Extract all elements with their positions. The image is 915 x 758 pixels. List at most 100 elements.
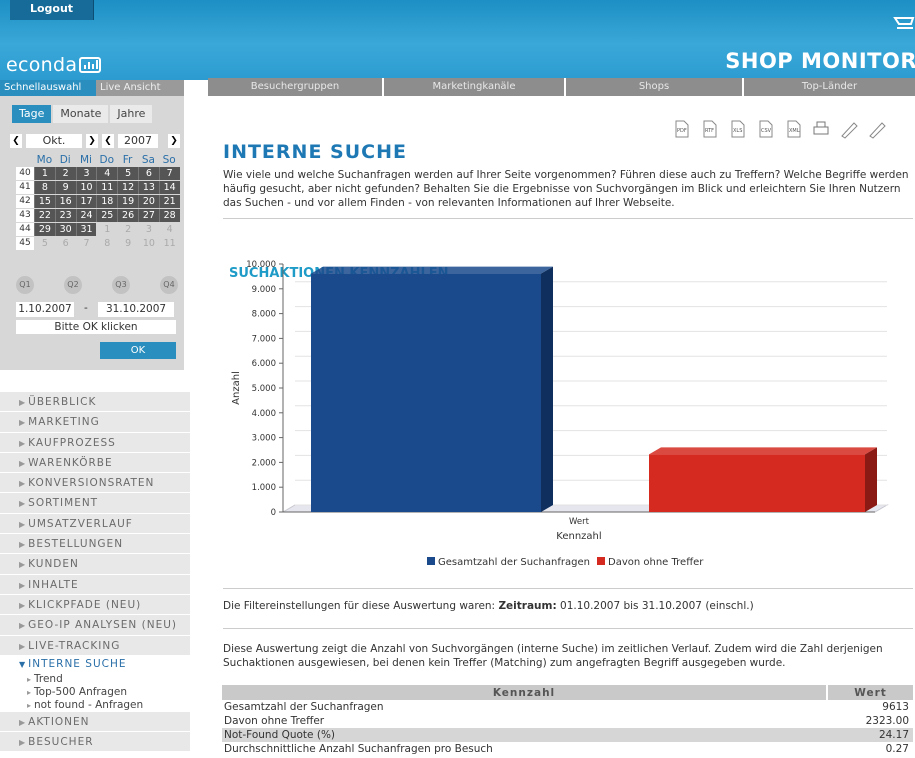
- sidebar-item-marketing[interactable]: ▶ MARKETING: [0, 412, 190, 433]
- prev-month-icon[interactable]: ❮: [10, 134, 22, 148]
- export-pen-icon[interactable]: [864, 118, 890, 140]
- sidebar-item-ueberblick[interactable]: ▶ ÜBERBLICK: [0, 392, 190, 413]
- sidebar-item-interne-suche[interactable]: ▼ INTERNE SUCHE: [0, 655, 190, 673]
- calendar-day[interactable]: 13: [137, 181, 159, 194]
- calendar-day[interactable]: 12: [117, 181, 138, 194]
- calendar-day[interactable]: 29: [34, 223, 55, 236]
- export-print-icon[interactable]: [808, 118, 834, 140]
- week-number[interactable]: 45: [16, 237, 34, 250]
- calendar-day[interactable]: 7: [76, 237, 97, 250]
- sidebar-item-klickpfade-neu[interactable]: ▶ KLICKPFADE (NEU): [0, 594, 190, 616]
- calendar-day[interactable]: 21: [158, 195, 180, 208]
- nav-shops[interactable]: Shops: [566, 78, 744, 96]
- calendar-day[interactable]: 6: [137, 167, 159, 180]
- sidebar-item-warenkoerbe[interactable]: ▶ WARENKÖRBE: [0, 452, 190, 474]
- tab-monate[interactable]: Monate: [53, 105, 109, 123]
- ok-button[interactable]: OK: [100, 342, 176, 359]
- sidebar-item-konversionsraten[interactable]: ▶ KONVERSIONSRATEN: [0, 473, 190, 494]
- sidebar-item-inhalte[interactable]: ▶ INHALTE: [0, 574, 190, 595]
- export-csv-icon[interactable]: CSV: [752, 118, 778, 140]
- logout-button[interactable]: Logout: [10, 0, 94, 20]
- calendar-day[interactable]: 9: [54, 181, 76, 194]
- calendar-day[interactable]: 7: [158, 167, 180, 180]
- calendar-day[interactable]: 1: [34, 167, 55, 180]
- calendar-day[interactable]: 4: [159, 223, 180, 236]
- calendar-day[interactable]: 10: [138, 237, 159, 250]
- tab-jahre[interactable]: Jahre: [110, 105, 153, 123]
- week-number[interactable]: 43: [16, 209, 34, 222]
- calendar-day[interactable]: 20: [137, 195, 159, 208]
- calendar-day[interactable]: 18: [96, 195, 118, 208]
- calendar-day[interactable]: 24: [75, 209, 97, 222]
- export-rtf-icon[interactable]: RTF: [696, 118, 722, 140]
- sidebar-item-bestellungen[interactable]: ▶ BESTELLUNGEN: [0, 534, 190, 555]
- calendar-day[interactable]: 30: [54, 223, 76, 236]
- calendar-day[interactable]: 14: [158, 181, 180, 194]
- week-number[interactable]: 44: [16, 223, 34, 236]
- calendar-day[interactable]: 3: [138, 223, 159, 236]
- next-year-icon[interactable]: ❯: [168, 134, 180, 148]
- export-xml-icon[interactable]: XML: [780, 118, 806, 140]
- calendar-day[interactable]: 26: [117, 209, 138, 222]
- nav-besuchergruppen[interactable]: Besuchergruppen: [208, 78, 384, 96]
- calendar-day[interactable]: 6: [55, 237, 76, 250]
- calendar-day[interactable]: 17: [75, 195, 97, 208]
- week-number[interactable]: 40: [16, 167, 34, 180]
- calendar-day[interactable]: 9: [117, 237, 138, 250]
- calendar-day[interactable]: 11: [159, 237, 180, 250]
- tab-tage[interactable]: Tage: [12, 105, 52, 123]
- calendar-day[interactable]: 11: [96, 181, 118, 194]
- week-number[interactable]: 42: [16, 195, 34, 208]
- calendar-day[interactable]: 2: [117, 223, 138, 236]
- calendar-day[interactable]: 8: [34, 181, 55, 194]
- date-to-field[interactable]: 31.10.2007: [98, 302, 174, 317]
- sidebar-item-umsatzverlauf[interactable]: ▶ UMSATZVERLAUF: [0, 513, 190, 535]
- nav-top-laender[interactable]: Top-Länder: [744, 78, 915, 96]
- sidebar-item-aktionen[interactable]: ▶ AKTIONEN: [0, 711, 190, 733]
- submenu-item-not-found-anfragen[interactable]: ▸ not found - Anfragen: [0, 698, 190, 712]
- export-edit-icon[interactable]: [836, 118, 862, 140]
- year-field[interactable]: 2007: [118, 134, 158, 148]
- calendar-day[interactable]: 25: [96, 209, 118, 222]
- sidebar-item-kunden[interactable]: ▶ KUNDEN: [0, 554, 190, 575]
- sidebar-item-sortiment[interactable]: ▶ SORTIMENT: [0, 493, 190, 514]
- calendar-day[interactable]: 5: [117, 167, 138, 180]
- sidebar-item-live-tracking[interactable]: ▶ LIVE-TRACKING: [0, 635, 190, 656]
- kennzahl-cell: Davon ohne Treffer: [224, 715, 325, 727]
- calendar-day[interactable]: 23: [54, 209, 76, 222]
- calendar-day[interactable]: 3: [75, 167, 97, 180]
- submenu-item-trend[interactable]: ▸ Trend: [0, 672, 190, 686]
- calendar-day[interactable]: 19: [117, 195, 138, 208]
- calendar-day[interactable]: 31: [75, 223, 97, 236]
- calendar-day[interactable]: 28: [158, 209, 180, 222]
- calendar-day[interactable]: 8: [96, 237, 117, 250]
- nav-marketingkanaele[interactable]: Marketingkanäle: [384, 78, 566, 96]
- calendar-day[interactable]: 2: [54, 167, 76, 180]
- calendar-day[interactable]: 15: [34, 195, 55, 208]
- week-number[interactable]: 41: [16, 181, 34, 194]
- sidebar-item-besucher[interactable]: ▶ BESUCHER: [0, 732, 190, 753]
- export-pdf-icon[interactable]: PDF: [668, 118, 694, 140]
- calendar-day[interactable]: 4: [96, 167, 118, 180]
- sidebar-item-kaufprozess[interactable]: ▶ KAUFPROZESS: [0, 432, 190, 453]
- quarter-q1-button[interactable]: Q1: [16, 276, 34, 294]
- calendar-day[interactable]: 16: [54, 195, 76, 208]
- tab-live-ansicht[interactable]: Live Ansicht: [96, 80, 184, 96]
- quarter-q2-button[interactable]: Q2: [64, 276, 82, 294]
- next-month-icon[interactable]: ❯: [86, 134, 98, 148]
- submenu-item-top-500-anfragen[interactable]: ▸ Top-500 Anfragen: [0, 685, 190, 699]
- calendar-day[interactable]: 10: [75, 181, 97, 194]
- quarter-q3-button[interactable]: Q3: [112, 276, 130, 294]
- calendar-day[interactable]: 27: [137, 209, 159, 222]
- prev-year-icon[interactable]: ❮: [102, 134, 114, 148]
- tab-schnellauswahl[interactable]: Schnellauswahl: [0, 80, 96, 96]
- quarter-q4-button[interactable]: Q4: [160, 276, 178, 294]
- sidebar-item-geo-ip-analysen-neu[interactable]: ▶ GEO-IP ANALYSEN (NEU): [0, 615, 190, 636]
- calendar-day[interactable]: 1: [96, 223, 117, 236]
- export-xls-icon[interactable]: XLS: [724, 118, 750, 140]
- calendar-day[interactable]: 5: [34, 237, 55, 250]
- date-from-field[interactable]: 1.10.2007: [16, 302, 74, 317]
- sidebar-item-label: GEO-IP ANALYSEN (NEU): [28, 619, 177, 632]
- month-field[interactable]: Okt.: [26, 134, 82, 148]
- calendar-day[interactable]: 22: [34, 209, 55, 222]
